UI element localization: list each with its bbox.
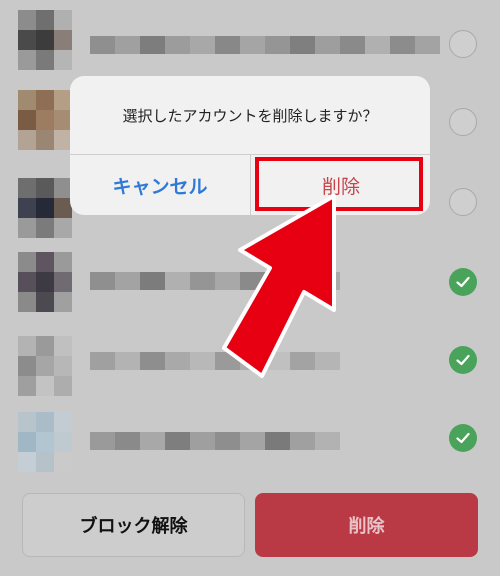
arrow-pointer-icon xyxy=(222,194,336,378)
